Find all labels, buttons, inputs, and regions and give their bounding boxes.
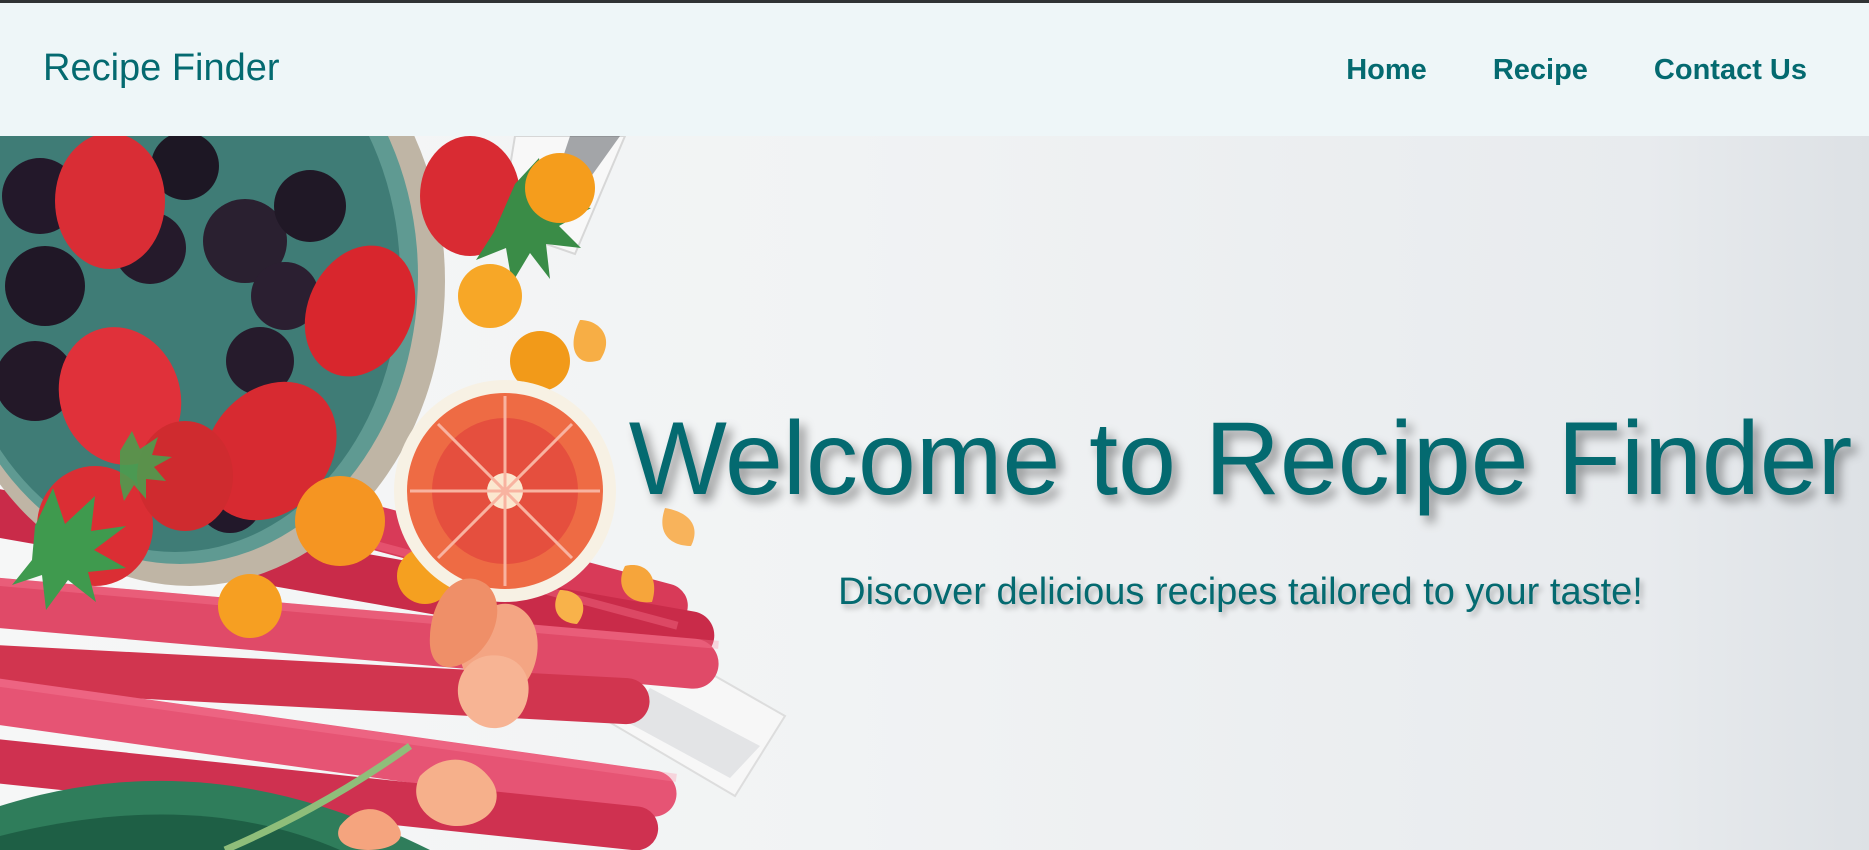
nav-contact-us-link[interactable]: Contact Us bbox=[1654, 53, 1807, 87]
site-logo[interactable]: Recipe Finder bbox=[43, 46, 280, 90]
hero-section: Welcome to Recipe Finder Discover delici… bbox=[0, 136, 1869, 850]
main-nav: Home Recipe Contact Us bbox=[1346, 53, 1807, 87]
site-header: Recipe Finder Home Recipe Contact Us bbox=[0, 3, 1869, 136]
nav-home-link[interactable]: Home bbox=[1346, 53, 1427, 87]
hero-subtitle: Discover delicious recipes tailored to y… bbox=[838, 571, 1643, 613]
nav-recipe-link[interactable]: Recipe bbox=[1493, 53, 1588, 87]
hero-title: Welcome to Recipe Finder bbox=[628, 401, 1853, 517]
